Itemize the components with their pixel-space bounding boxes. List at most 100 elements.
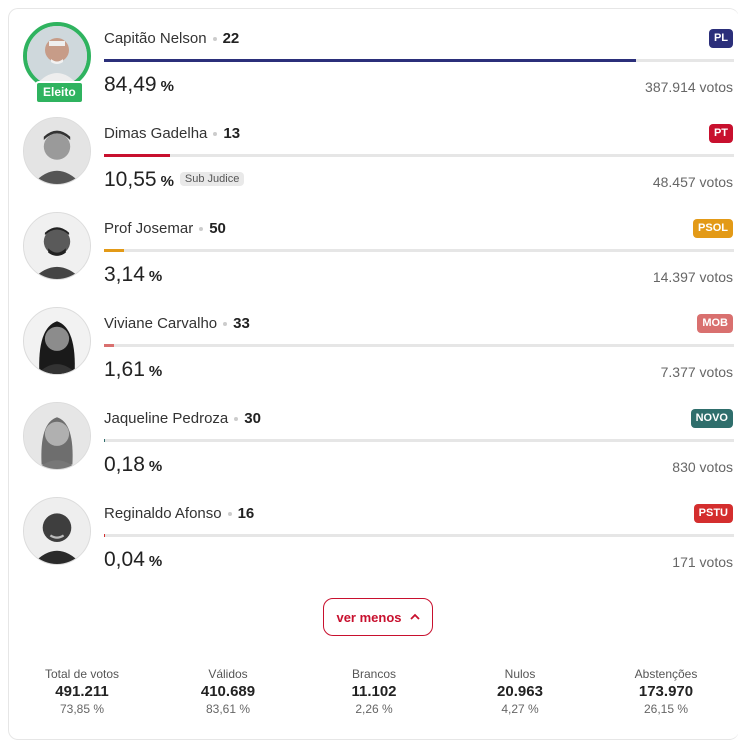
results-card: Eleito Capitão Nelson 22 PL 84,49% 387.91… (8, 8, 738, 740)
party-badge: PT (708, 124, 733, 143)
stat-label: Total de votos (44, 667, 120, 681)
candidate-photo (23, 212, 91, 280)
stat-value: 410.689 (200, 683, 256, 700)
party-badge: PL (708, 29, 733, 48)
stat-label: Brancos (351, 667, 397, 681)
vote-share-fill (104, 154, 171, 157)
summary-stats: Total de votos 491.211 73,85 % Válidos 4… (9, 667, 738, 716)
candidate-photo (23, 497, 91, 565)
percent-unit: % (160, 78, 174, 95)
stat-total-votes: Total de votos 491.211 73,85 % (9, 667, 155, 716)
candidate-row[interactable]: Jaqueline Pedroza 30 NOVO 0,18% 830 votos (9, 389, 738, 484)
vote-share-bar (104, 534, 734, 537)
vote-count: 14.397 votos (652, 269, 733, 285)
stat-label: Nulos (504, 667, 536, 681)
vote-share-bar (104, 59, 734, 62)
candidate-row[interactable]: Dimas Gadelha 13 PT 10,55% Sub Judice 48.4… (9, 104, 738, 199)
vote-share-fill (104, 534, 105, 537)
candidate-name-line: Jaqueline Pedroza 30 (104, 410, 261, 427)
vote-share-fill (104, 249, 124, 252)
party-badge: PSOL (693, 219, 733, 238)
separator-dot (227, 512, 232, 517)
candidate-name: Prof Josemar (104, 220, 194, 237)
separator-dot (234, 417, 239, 422)
candidate-name-line: Prof Josemar 50 (104, 220, 226, 237)
party-badge: MOB (697, 314, 733, 333)
vote-share-fill (104, 439, 106, 442)
stat-percentage: 73,85 % (59, 702, 105, 716)
candidate-name: Reginaldo Afonso (104, 505, 222, 522)
stat-blank: Brancos 11.102 2,26 % (301, 667, 447, 716)
percentage-value: 84,49 (104, 73, 157, 96)
stat-value: 173.970 (638, 683, 694, 700)
separator-dot (199, 227, 204, 232)
stat-label: Abstenções (634, 667, 698, 681)
candidate-row[interactable]: Prof Josemar 50 PSOL 3,14% 14.397 votos (9, 199, 738, 294)
separator-dot (213, 132, 218, 137)
chevron-up-icon (409, 611, 420, 623)
stat-percentage: 26,15 % (643, 702, 689, 716)
stat-abstentions: Abstenções 173.970 26,15 % (593, 667, 738, 716)
vote-count: 171 votos (672, 554, 733, 570)
candidate-number: 30 (244, 410, 261, 427)
vote-count: 387.914 votos (645, 79, 733, 95)
stat-percentage: 2,26 % (355, 702, 393, 716)
show-less-label: ver menos (336, 609, 402, 625)
candidate-photo (23, 402, 91, 470)
candidate-number: 16 (237, 505, 255, 522)
vote-share-bar (104, 249, 734, 252)
vote-share-bar (104, 439, 734, 442)
candidate-number: 13 (223, 125, 241, 142)
candidate-number: 50 (209, 220, 226, 237)
candidate-name: Viviane Carvalho (104, 315, 218, 332)
vote-percentage: 0,04% (104, 548, 162, 572)
candidate-number: 33 (233, 315, 250, 332)
candidate-name-line: Capitão Nelson 22 (104, 30, 239, 47)
percent-unit: % (148, 268, 163, 285)
candidate-name-line: Reginaldo Afonso 16 (104, 505, 254, 522)
stat-percentage: 83,61 % (205, 702, 251, 716)
party-badge: PSTU (693, 504, 733, 523)
vote-percentage: 3,14% (104, 263, 162, 287)
vote-percentage: 10,55% Sub Judice (104, 168, 245, 192)
candidate-name: Dimas Gadelha (104, 125, 208, 142)
stat-null: Nulos 20.963 4,27 % (447, 667, 593, 716)
percentage-value: 0,04 (104, 548, 145, 571)
elected-badge: Eleito (35, 81, 84, 104)
candidate-row[interactable]: Reginaldo Afonso 16 PSTU 0,04% 171 votos (9, 484, 738, 579)
percentage-value: 0,18 (104, 453, 145, 476)
vote-percentage: 84,49% (104, 73, 174, 97)
separator-dot (223, 322, 228, 327)
stat-value: 20.963 (497, 683, 543, 700)
vote-share-fill (104, 344, 115, 347)
show-less-button[interactable]: ver menos (323, 598, 433, 636)
vote-percentage: 1,61% (104, 358, 162, 382)
percent-unit: % (148, 553, 163, 570)
candidate-name-line: Dimas Gadelha 13 (104, 125, 240, 142)
vote-share-fill (104, 59, 637, 62)
party-badge: NOVO (690, 409, 733, 428)
vote-percentage: 0,18% (104, 453, 162, 477)
percent-unit: % (160, 173, 174, 190)
vote-count: 48.457 votos (652, 174, 733, 190)
percentage-value: 10,55 (104, 168, 157, 191)
candidate-name: Capitão Nelson (104, 30, 207, 47)
candidate-photo (23, 22, 91, 90)
vote-count: 830 votos (672, 459, 733, 475)
vote-share-bar (104, 154, 734, 157)
vote-share-bar (104, 344, 734, 347)
candidate-photo (23, 307, 91, 375)
percentage-value: 3,14 (104, 263, 145, 286)
candidate-row[interactable]: Viviane Carvalho 33 MOB 1,61% 7.377 votos (9, 294, 738, 389)
candidate-name-line: Viviane Carvalho 33 (104, 315, 250, 332)
candidate-row[interactable]: Eleito Capitão Nelson 22 PL 84,49% 387.91… (9, 9, 738, 104)
percent-unit: % (148, 458, 163, 475)
stat-value: 491.211 (55, 683, 109, 700)
percent-unit: % (148, 363, 163, 380)
candidate-name: Jaqueline Pedroza (104, 410, 229, 427)
candidate-number: 22 (222, 30, 240, 47)
stat-value: 11.102 (351, 683, 397, 700)
percentage-value: 1,61 (104, 358, 145, 381)
vote-count: 7.377 votos (660, 364, 733, 380)
stat-percentage: 4,27 % (501, 702, 539, 716)
